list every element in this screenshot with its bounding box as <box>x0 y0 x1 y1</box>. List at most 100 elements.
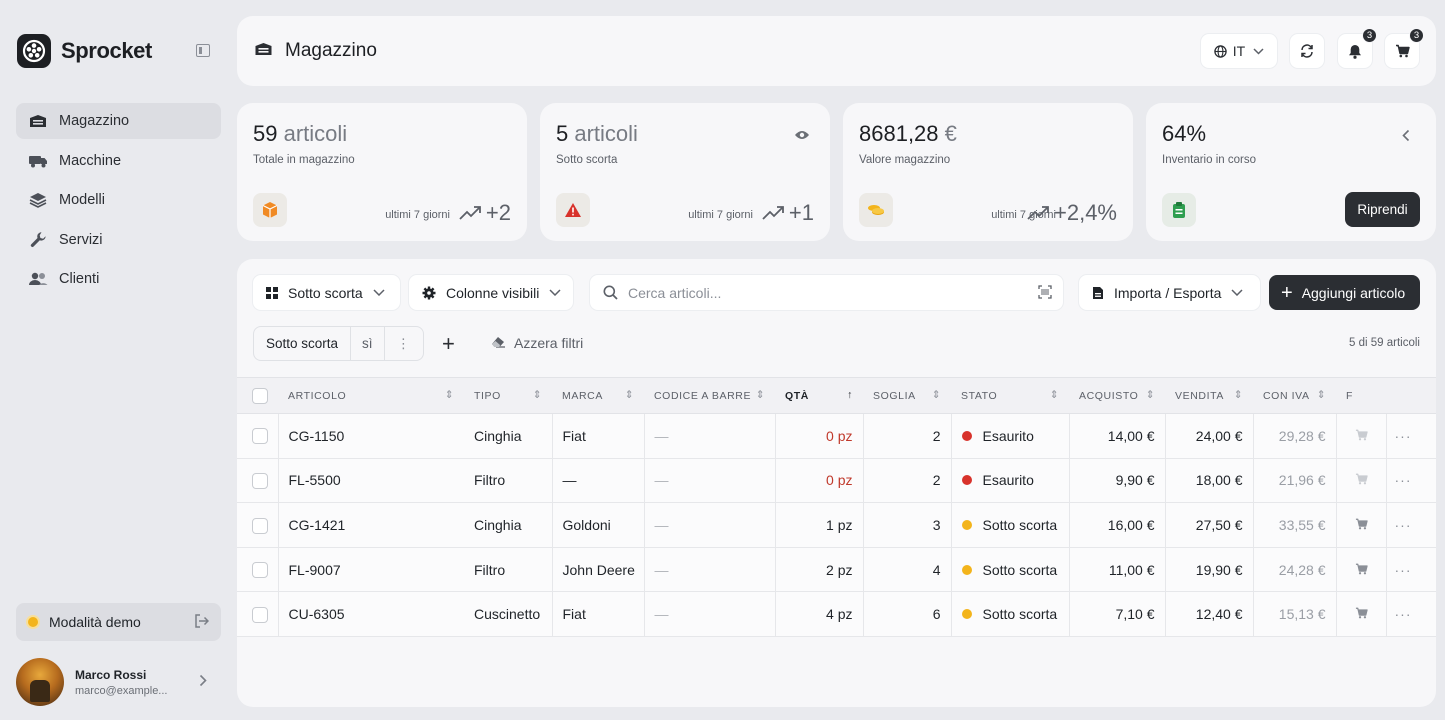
cell-stato: Sotto scorta <box>951 591 1070 637</box>
column-header-codice-a-barre[interactable]: CODICE A BARRE ⇕ <box>644 377 775 414</box>
exit-icon[interactable] <box>194 614 210 631</box>
filter-chip-field[interactable]: Sotto scorta <box>254 327 350 360</box>
add-to-cart-icon[interactable] <box>1336 502 1387 548</box>
filter-chip[interactable]: Sotto scorta sì ⋮ <box>253 326 425 361</box>
cell-tipo: Filtro <box>464 458 553 504</box>
chevron-down-icon <box>1231 289 1243 296</box>
column-header-qta[interactable]: QTÀ ↑ <box>775 377 863 414</box>
table-row[interactable]: CG-1421 Cinghia Goldoni —1 pz 3 Sotto scorta 1… <box>237 502 1436 548</box>
notifications-badge: 3 <box>1362 28 1377 43</box>
import-export-select[interactable]: Importa / Esporta <box>1079 275 1260 310</box>
reset-filters-button[interactable]: Azzera filtri <box>491 335 583 351</box>
chevron-left-icon[interactable] <box>1402 129 1410 147</box>
cell-articolo[interactable]: CG-1150 <box>278 413 464 459</box>
row-menu-icon[interactable]: ··· <box>1386 591 1436 637</box>
row-checkbox[interactable] <box>237 458 279 504</box>
cell-tipo: Filtro <box>464 547 553 593</box>
chevron-down-icon <box>1253 47 1264 55</box>
cell-con-iva: 29,28 € <box>1253 413 1337 459</box>
eye-icon[interactable] <box>794 127 810 145</box>
sidebar-item-servizi[interactable]: Servizi <box>16 222 221 258</box>
cart-button[interactable]: 3 <box>1385 28 1424 68</box>
column-header-acquisto[interactable]: ACQUISTO ⇕ <box>1069 377 1165 414</box>
cell-acquisto: 7,10 € <box>1069 591 1166 637</box>
cell-marca: Fiat <box>552 591 645 637</box>
table-row[interactable]: CG-1150 Cinghia Fiat —0 pz 2 Esaurito 14,00 €2… <box>237 413 1436 459</box>
search-input[interactable]: Cerca articoli... <box>590 275 1063 310</box>
row-checkbox[interactable] <box>237 502 279 548</box>
add-to-cart-icon[interactable] <box>1336 547 1387 593</box>
sidebar-item-macchine[interactable]: Macchine <box>16 143 221 179</box>
add-filter-button[interactable]: + <box>442 331 455 357</box>
wrench-icon <box>28 231 48 249</box>
refresh-button[interactable] <box>1290 34 1324 68</box>
row-menu-icon[interactable]: ··· <box>1386 547 1436 593</box>
column-header-tipo[interactable]: TIPO ⇕ <box>464 377 552 414</box>
column-header-soglia[interactable]: SOGLIA ⇕ <box>863 377 951 414</box>
top-bar: Magazzino IT 3 3 <box>237 16 1436 86</box>
sort-icon: ⇕ <box>1316 389 1326 401</box>
cell-marca: Fiat <box>552 413 645 459</box>
column-header-truncated[interactable]: F <box>1336 377 1386 414</box>
kpi-period: ultimi 7 giorni <box>688 209 753 221</box>
cell-qta: 0 pz <box>775 458 864 504</box>
status-label: Esaurito <box>982 472 1034 489</box>
sidebar-item-clienti[interactable]: Clienti <box>16 261 221 297</box>
kpi-card-value: 8681,28 € Valore magazzino ultimi 7 gior… <box>843 103 1133 241</box>
inventory-table: ARTICOLO ⇕ TIPO ⇕ MARCA ⇕ CODICE A BARRE ⇕ Q… <box>237 377 1436 637</box>
column-header-con-iva[interactable]: CON IVA ⇕ <box>1253 377 1336 414</box>
column-header-articolo[interactable]: ARTICOLO ⇕ <box>278 377 464 414</box>
row-menu-icon[interactable]: ··· <box>1386 502 1436 548</box>
row-checkbox[interactable] <box>237 547 279 593</box>
cell-barcode: — <box>644 547 776 593</box>
chevron-down-icon <box>373 289 385 296</box>
cell-articolo[interactable]: FL-9007 <box>278 547 464 593</box>
view-select[interactable]: Sotto scorta <box>253 275 400 310</box>
sidebar-item-magazzino[interactable]: Magazzino <box>16 103 221 139</box>
add-to-cart-icon[interactable] <box>1336 458 1387 504</box>
column-header-marca[interactable]: MARCA ⇕ <box>552 377 644 414</box>
sort-icon: ⇕ <box>532 389 542 401</box>
column-header-stato[interactable]: STATO ⇕ <box>951 377 1069 414</box>
grid-icon <box>266 286 278 299</box>
barcode-scan-icon[interactable] <box>1038 285 1052 302</box>
brand[interactable]: Sprocket <box>17 34 152 68</box>
table-row[interactable]: FL-5500 Filtro — —0 pz 2 Esaurito 9,90 €18,00 … <box>237 458 1436 504</box>
sidebar-item-label: Servizi <box>59 231 103 248</box>
language-select[interactable]: IT <box>1201 34 1277 68</box>
status-label: Sotto scorta <box>982 606 1058 623</box>
row-checkbox[interactable] <box>237 413 279 459</box>
row-menu-icon[interactable]: ··· <box>1386 458 1436 504</box>
demo-mode-toggle[interactable]: Modalità demo <box>16 603 221 641</box>
sidebar-item-modelli[interactable]: Modelli <box>16 182 221 218</box>
resume-inventory-button[interactable]: Riprendi <box>1345 192 1420 227</box>
kpi-value: 59 articoli <box>253 121 347 147</box>
column-header-label: STATO <box>961 389 998 402</box>
table-row[interactable]: FL-9007 Filtro John Deere —2 pz 4 Sotto scort… <box>237 547 1436 593</box>
kpi-number: 8681,28 <box>859 121 939 146</box>
cell-articolo[interactable]: CG-1421 <box>278 502 464 548</box>
cell-stato: Sotto scorta <box>951 547 1070 593</box>
row-menu-icon[interactable]: ··· <box>1386 413 1436 459</box>
cell-con-iva: 15,13 € <box>1253 591 1337 637</box>
row-checkbox[interactable] <box>237 591 279 637</box>
columns-select[interactable]: Colonne visibili <box>409 275 573 310</box>
kpi-trend: +1 <box>762 200 814 226</box>
sidebar-collapse-icon[interactable] <box>196 44 210 57</box>
sort-ascending-icon: ↑ <box>847 389 853 401</box>
cell-articolo[interactable]: CU-6305 <box>278 591 464 637</box>
cell-con-iva: 21,96 € <box>1253 458 1337 504</box>
cell-articolo[interactable]: FL-5500 <box>278 458 464 504</box>
add-to-cart-icon[interactable] <box>1336 591 1387 637</box>
select-all-checkbox[interactable] <box>237 377 278 414</box>
user-profile[interactable]: Marco Rossi marco@example... <box>16 657 221 707</box>
add-to-cart-icon[interactable] <box>1336 413 1387 459</box>
filter-chip-menu-icon[interactable]: ⋮ <box>385 327 424 360</box>
add-item-button[interactable]: + Aggiungi articolo <box>1269 275 1420 310</box>
clipboard-icon <box>1162 193 1196 227</box>
notifications-button[interactable]: 3 <box>1338 28 1377 68</box>
filter-chip-value[interactable]: sì <box>350 327 385 360</box>
column-header-vendita[interactable]: VENDITA ⇕ <box>1165 377 1253 414</box>
table-row[interactable]: CU-6305 Cuscinetto Fiat —4 pz 6 Sotto scorta 7… <box>237 591 1436 637</box>
kpi-unit: articoli <box>574 121 638 146</box>
